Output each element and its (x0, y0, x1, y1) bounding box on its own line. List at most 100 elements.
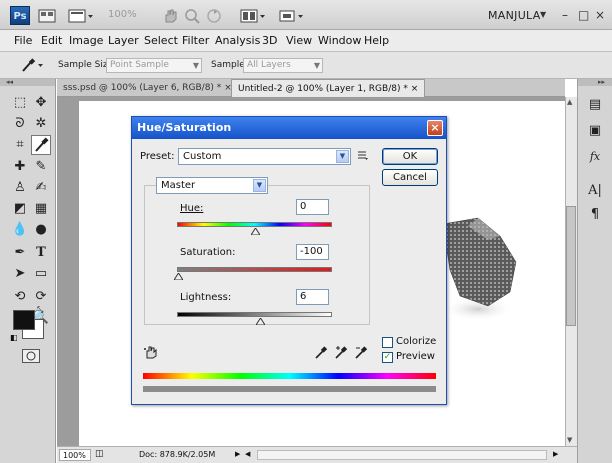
dock-grip[interactable] (578, 79, 612, 86)
eyedropper-icon[interactable] (314, 346, 328, 360)
targeted-adjustment-tool-icon[interactable] (144, 345, 158, 359)
lightness-slider-track[interactable] (177, 312, 332, 317)
horizontal-scrollbar[interactable] (257, 450, 547, 460)
history-brush-tool-icon[interactable]: ✍ (31, 178, 51, 198)
status-info-icon[interactable]: ◫ (95, 449, 104, 459)
saturation-slider-thumb[interactable] (174, 273, 183, 280)
eyedropper-preset-icon[interactable] (20, 57, 46, 73)
menu-image[interactable]: Image (69, 34, 103, 47)
gradient-tool-icon[interactable]: ▦ (31, 199, 51, 219)
lasso-tool-icon[interactable]: ᘐ (10, 114, 30, 134)
colorize-label: Colorize (396, 336, 437, 347)
quick-mask-button[interactable] (22, 349, 40, 363)
dodge-tool-icon[interactable]: ● (31, 220, 51, 240)
eraser-tool-icon[interactable]: ◩ (10, 199, 30, 219)
crop-tool-icon[interactable]: ⌗ (10, 135, 30, 155)
lightness-slider-thumb[interactable] (256, 318, 265, 325)
scroll-left-icon[interactable]: ◀ (245, 450, 250, 458)
healing-brush-tool-icon[interactable]: ✚ (10, 157, 30, 177)
hue-slider-thumb[interactable] (251, 228, 260, 235)
default-colors-icon[interactable]: ◧ (10, 333, 18, 342)
collapse-panel-icon[interactable]: ◂◂ (6, 78, 13, 86)
menu-layer[interactable]: Layer (108, 34, 139, 47)
zoom-level[interactable]: 100% (108, 9, 137, 20)
paragraph-panel-icon[interactable]: ¶ (585, 205, 605, 225)
scrollbar-thumb[interactable] (566, 206, 576, 326)
tab-label: sss.psd @ 100% (Layer 6, RGB/8) * (63, 83, 222, 93)
options-bar: Sample Size: Point Sample ▼ Sample: All … (0, 52, 612, 79)
brush-tool-icon[interactable]: ✎ (31, 157, 51, 177)
screen-mode-icon[interactable] (278, 8, 304, 24)
status-zoom[interactable]: 100% (59, 449, 91, 461)
view-extras-icon[interactable] (68, 8, 94, 24)
colorize-checkbox[interactable] (382, 337, 393, 348)
menu-3d[interactable]: 3D (262, 34, 277, 47)
clone-stamp-tool-icon[interactable]: ♙ (10, 178, 30, 198)
character-panel-icon[interactable]: A| (585, 181, 605, 201)
menu-help[interactable]: Help (364, 34, 389, 47)
ok-button[interactable]: OK (382, 148, 438, 165)
channel-select[interactable]: Master ▼ (156, 177, 268, 194)
zoom-tool-icon[interactable] (184, 8, 200, 24)
arrange-documents-icon[interactable] (240, 8, 266, 24)
shape-tool-icon[interactable]: ▭ (31, 264, 51, 284)
saturation-input[interactable]: -100 (296, 244, 329, 260)
lightness-label: Lightness: (180, 292, 232, 303)
preview-checkbox[interactable]: ✓ (382, 352, 393, 363)
menu-analysis[interactable]: Analysis (215, 34, 260, 47)
saturation-slider-track[interactable] (177, 267, 332, 272)
menu-filter[interactable]: Filter (182, 34, 209, 47)
foreground-color-swatch[interactable] (13, 310, 35, 330)
move-tool-icon[interactable]: ✥ (31, 93, 51, 113)
preset-label: Preset: (140, 151, 175, 162)
scroll-right-icon[interactable]: ▶ (553, 450, 558, 458)
dialog-title-bar[interactable]: Hue/Saturation × (132, 117, 446, 139)
tab-sss[interactable]: sss.psd @ 100% (Layer 6, RGB/8) * × (57, 79, 238, 97)
scroll-up-icon[interactable]: ▲ (567, 98, 572, 106)
menu-file[interactable]: File (14, 34, 32, 47)
maximize-button[interactable]: □ (578, 8, 589, 22)
marquee-tool-icon[interactable]: ⬚ (10, 93, 30, 113)
close-window-button[interactable]: × (595, 8, 605, 22)
expand-panel-icon[interactable]: ▸▸ (598, 78, 605, 86)
minimize-button[interactable]: – (562, 8, 568, 22)
add-to-sample-eyedropper-icon[interactable] (334, 346, 348, 360)
output-color-spectrum (143, 386, 436, 392)
dialog-close-button[interactable]: × (427, 120, 443, 136)
menu-select[interactable]: Select (144, 34, 178, 47)
tab-untitled-2[interactable]: Untitled-2 @ 100% (Layer 1, RGB/8) * × (231, 79, 426, 97)
hue-slider-track[interactable] (177, 222, 332, 227)
scroll-down-icon[interactable]: ▼ (567, 436, 572, 444)
lightness-input[interactable]: 6 (296, 289, 329, 305)
menu-view[interactable]: View (286, 34, 312, 47)
pen-tool-icon[interactable]: ✒ (10, 243, 30, 263)
chevron-down-icon: ▼ (336, 150, 349, 163)
sample-select[interactable]: All Layers ▼ (243, 58, 323, 73)
3d-rotate-tool-icon[interactable]: ⟲ (10, 287, 30, 307)
preset-options-icon[interactable] (357, 149, 369, 161)
rotate-view-icon[interactable] (206, 8, 222, 24)
hue-input[interactable]: 0 (296, 199, 329, 215)
history-panel-icon[interactable]: ▤ (585, 95, 605, 115)
measurement-log-icon[interactable]: fx (585, 147, 605, 167)
tab-close-icon[interactable]: × (411, 84, 419, 94)
blur-tool-icon[interactable]: 💧 (10, 220, 30, 240)
type-tool-icon[interactable]: T (31, 243, 51, 263)
3d-orbit-tool-icon[interactable]: ⟳ (31, 287, 51, 307)
path-selection-tool-icon[interactable]: ➤ (10, 264, 30, 284)
workspace-chevron-down-icon[interactable]: ▼ (540, 10, 546, 19)
workspace-switcher[interactable]: MANJULA (488, 9, 541, 22)
magic-wand-tool-icon[interactable]: ✲ (31, 114, 51, 134)
menu-edit[interactable]: Edit (41, 34, 62, 47)
menu-window[interactable]: Window (318, 34, 361, 47)
eyedropper-tool-icon[interactable] (31, 135, 51, 155)
cancel-button[interactable]: Cancel (382, 169, 438, 186)
preset-select[interactable]: Custom ▼ (178, 148, 351, 165)
layer-comps-panel-icon[interactable]: ▣ (585, 121, 605, 141)
status-menu-icon[interactable]: ▶ (235, 450, 240, 458)
subtract-from-sample-eyedropper-icon[interactable] (354, 346, 368, 360)
swap-colors-icon[interactable]: ⤡ (37, 305, 43, 315)
hand-tool-icon[interactable] (162, 8, 178, 24)
bridge-icon[interactable] (38, 8, 56, 24)
sample-size-select[interactable]: Point Sample ▼ (106, 58, 202, 73)
